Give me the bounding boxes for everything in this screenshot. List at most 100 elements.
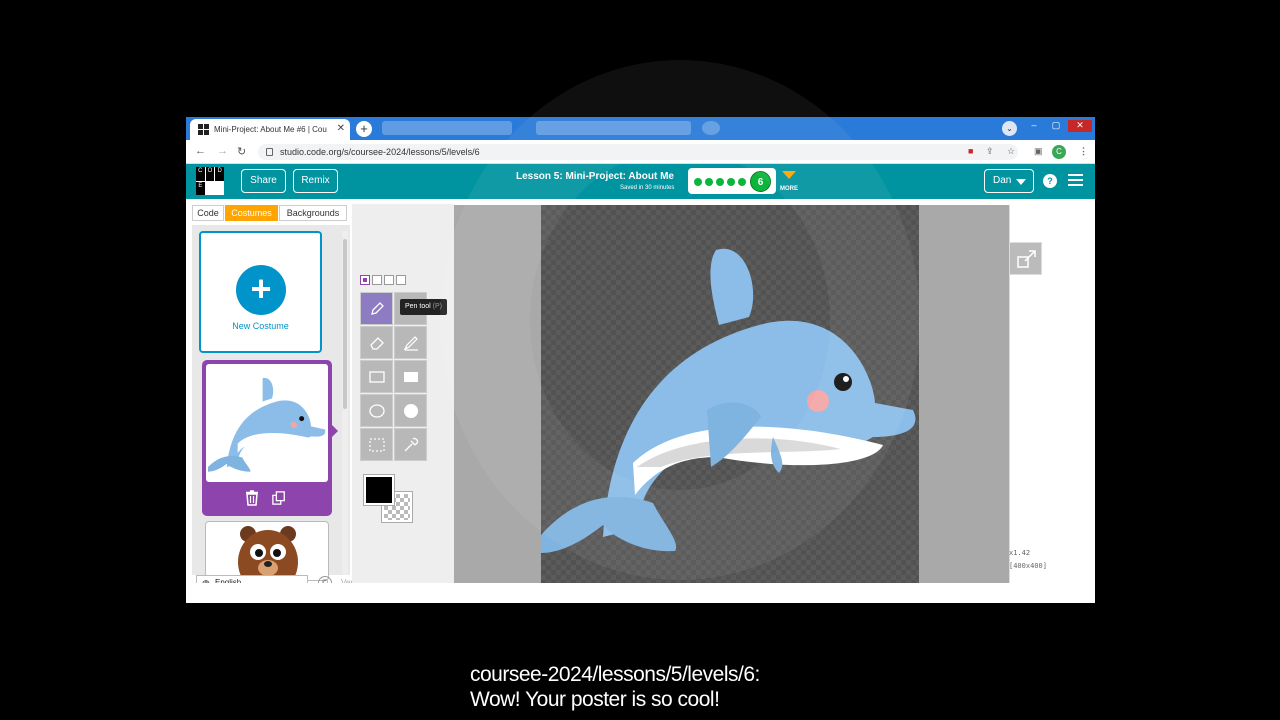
browser-footer [186,583,1095,603]
brush-size-4[interactable] [396,275,406,285]
tab-code[interactable]: Code [192,205,224,221]
more-label[interactable]: MORE [780,186,798,192]
trash-icon[interactable] [245,490,259,506]
fit-to-screen-button[interactable] [1009,242,1042,275]
costume-item[interactable] [205,521,329,581]
sidepanel-icon[interactable]: ▣ [1034,146,1043,157]
studio-header: C O D E Share Remix Lesson 5: Mini-Proje… [186,164,1095,199]
level-bubble[interactable] [738,178,746,186]
logo-letter: C [196,167,205,181]
url-field[interactable]: studio.code.org/s/coursee-2024/lessons/5… [258,144,1018,160]
logo-letter: E [196,181,205,195]
browser-tab-background[interactable] [536,121,691,135]
filled-rectangle-tool-button[interactable] [394,360,427,393]
tab-title: Mini-Project: About Me #6 | Cou [214,125,327,134]
foreground-color-swatch[interactable] [364,475,394,505]
profile-avatar[interactable]: C [1052,145,1066,159]
ellipse-filled-icon [404,404,418,418]
tab-search-chevron-icon[interactable]: ⌄ [1002,121,1017,136]
new-costume-button[interactable]: + New Costume [199,231,322,353]
url-text: studio.code.org/s/coursee-2024/lessons/5… [280,147,480,157]
eyedropper-icon [404,437,419,452]
eraser-tool-button[interactable] [360,326,393,359]
lock-icon [266,148,273,156]
reload-icon[interactable]: ↻ [237,145,246,158]
new-tab-button[interactable]: + [356,121,372,137]
ellipse-outline-icon [369,404,385,418]
pencil-line-icon [403,336,418,351]
selected-indicator-arrow [332,425,338,437]
costume-item-selected[interactable] [202,360,332,516]
eyedropper-tool-button[interactable] [394,428,427,461]
marquee-select-icon [369,438,385,452]
dolphin-drawing [541,248,916,553]
costume-panel: Code Costumes Backgrounds + New Costume [186,199,370,603]
forward-arrow-icon[interactable]: → [217,145,228,157]
select-tool-button[interactable] [360,428,393,461]
browser-tab-background[interactable] [382,121,512,135]
new-costume-label: New Costume [232,321,289,331]
extension-icon[interactable]: ■ [968,146,973,156]
tooltip-shortcut: (P) [432,303,442,310]
level-bubble[interactable] [705,178,713,186]
remix-button[interactable]: Remix [293,169,338,193]
dolphin-thumbnail-image [208,377,326,472]
pen-tool-tooltip: Pen tool (P) [400,299,447,315]
zoom-level: x1.42 [1009,549,1031,557]
dolphin-thumbnail [206,364,328,482]
line-tool-button[interactable] [394,326,427,359]
rectangle-outline-icon [369,371,385,383]
brush-size-2[interactable] [372,275,382,285]
bookmark-star-icon[interactable]: ☆ [1007,146,1015,157]
share-button[interactable]: Share [241,169,286,193]
user-name: Dan [993,175,1012,186]
code-org-favicon-icon [198,124,209,135]
zoom-info: x1.42 [400x400] [1009,547,1047,573]
current-level-bubble[interactable]: 6 [750,171,771,192]
level-bubble[interactable] [694,178,702,186]
logo-letter: O [205,167,215,181]
caption-line-2: Wow! Your poster is so cool! [470,688,720,711]
browser-window: Mini-Project: About Me #6 | Cou ✕ + ⌄ – … [186,117,1095,603]
browser-tab-bar: Mini-Project: About Me #6 | Cou ✕ + ⌄ – … [186,117,1095,140]
tooltip-label: Pen tool [405,303,431,310]
brush-size-selector [360,272,408,290]
back-arrow-icon[interactable]: ← [195,145,206,157]
brush-size-3[interactable] [384,275,394,285]
ellipse-tool-button[interactable] [360,394,393,427]
new-tab-ghost-button[interactable] [702,121,720,135]
canvas-dimensions: [400x400] [1009,562,1047,570]
rectangle-tool-button[interactable] [360,360,393,393]
tab-backgrounds[interactable]: Backgrounds [279,205,347,221]
window-minimize-button[interactable]: – [1024,120,1044,132]
expand-icon [1017,250,1036,268]
more-triangle-icon[interactable] [782,171,796,179]
bear-thumbnail-image [238,526,298,580]
share-icon[interactable]: ⇪ [986,146,994,157]
drawing-canvas[interactable] [541,205,919,583]
level-progress-bubbles: 6 [688,168,776,194]
help-icon[interactable]: ? [1043,174,1057,188]
level-bubble[interactable] [727,178,735,186]
browser-address-bar: ← → ↻ studio.code.org/s/coursee-2024/les… [186,140,1095,164]
tab-close-icon[interactable]: ✕ [337,123,345,134]
tab-costumes[interactable]: Costumes [225,205,278,221]
code-org-logo[interactable]: C O D E [196,167,224,195]
pen-tool-button[interactable] [360,292,393,325]
user-menu-button[interactable]: Dan [984,169,1034,193]
brush-size-1[interactable] [360,275,370,285]
level-bubble[interactable] [716,178,724,186]
hamburger-menu-icon[interactable] [1068,174,1083,187]
window-maximize-button[interactable]: ▢ [1046,120,1066,132]
scrollbar-thumb[interactable] [343,239,347,409]
window-close-button[interactable]: ✕ [1068,120,1092,132]
logo-letter: D [215,167,224,181]
caret-down-icon [1016,179,1026,185]
eraser-icon [370,337,384,350]
browser-menu-icon[interactable]: ⋮ [1079,146,1088,157]
video-caption: coursee-2024/lessons/5/levels/6: Wow! Yo… [470,662,760,712]
duplicate-icon[interactable] [272,490,286,506]
pen-icon [371,302,384,315]
browser-tab-active[interactable]: Mini-Project: About Me #6 | Cou ✕ [190,119,350,140]
filled-ellipse-tool-button[interactable] [394,394,427,427]
